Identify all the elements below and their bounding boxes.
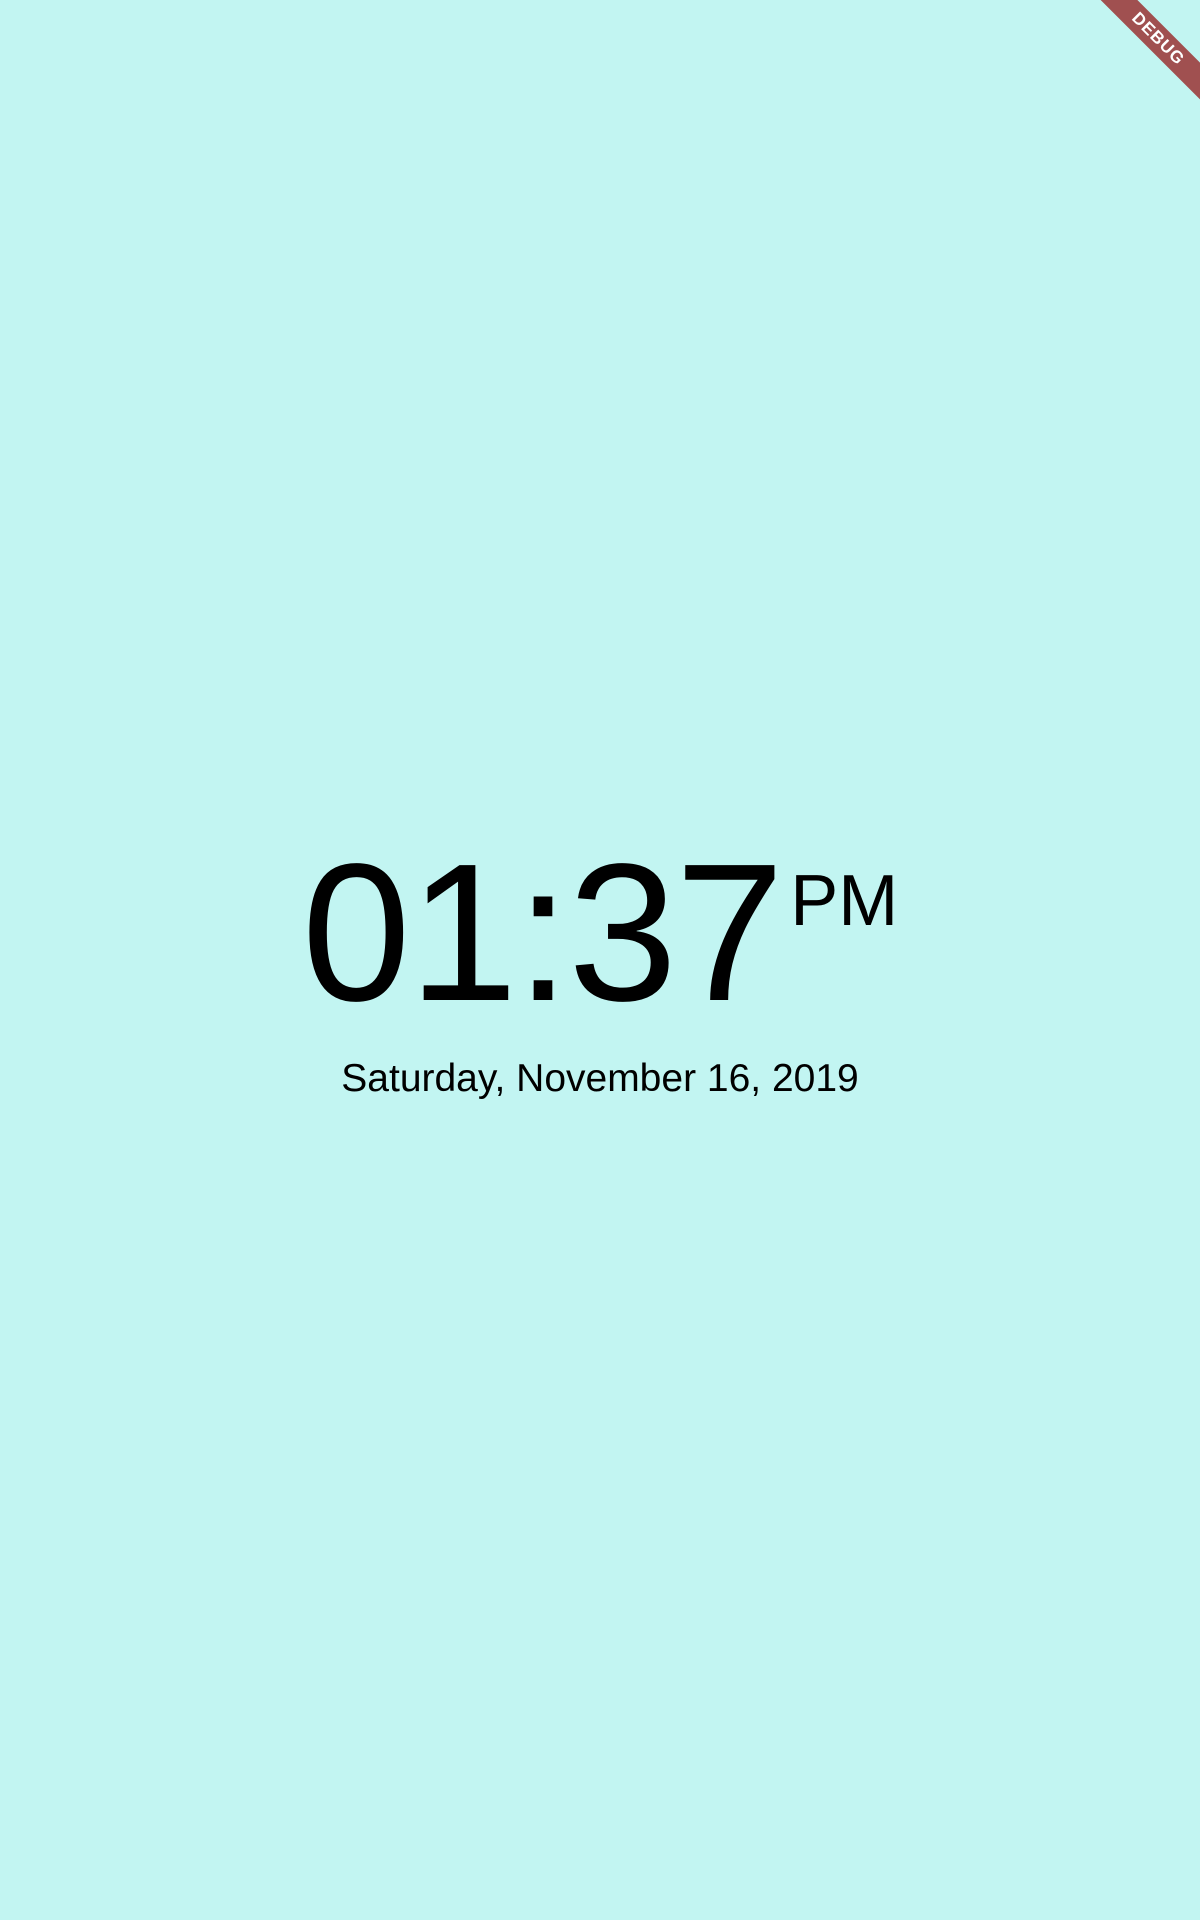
meridiem-text: PM: [790, 861, 899, 941]
debug-banner: DEBUG: [1060, 0, 1200, 140]
date-text: Saturday, November 16, 2019: [341, 1057, 859, 1100]
debug-banner-label: DEBUG: [1085, 0, 1200, 112]
time-row: 01:37 PM: [302, 835, 898, 1031]
time-text: 01:37: [301, 823, 784, 1042]
clock-display: 01:37 PM Saturday, November 16, 2019: [0, 835, 1200, 1100]
clock-screen: 01:37 PM Saturday, November 16, 2019 DEB…: [0, 0, 1200, 1920]
